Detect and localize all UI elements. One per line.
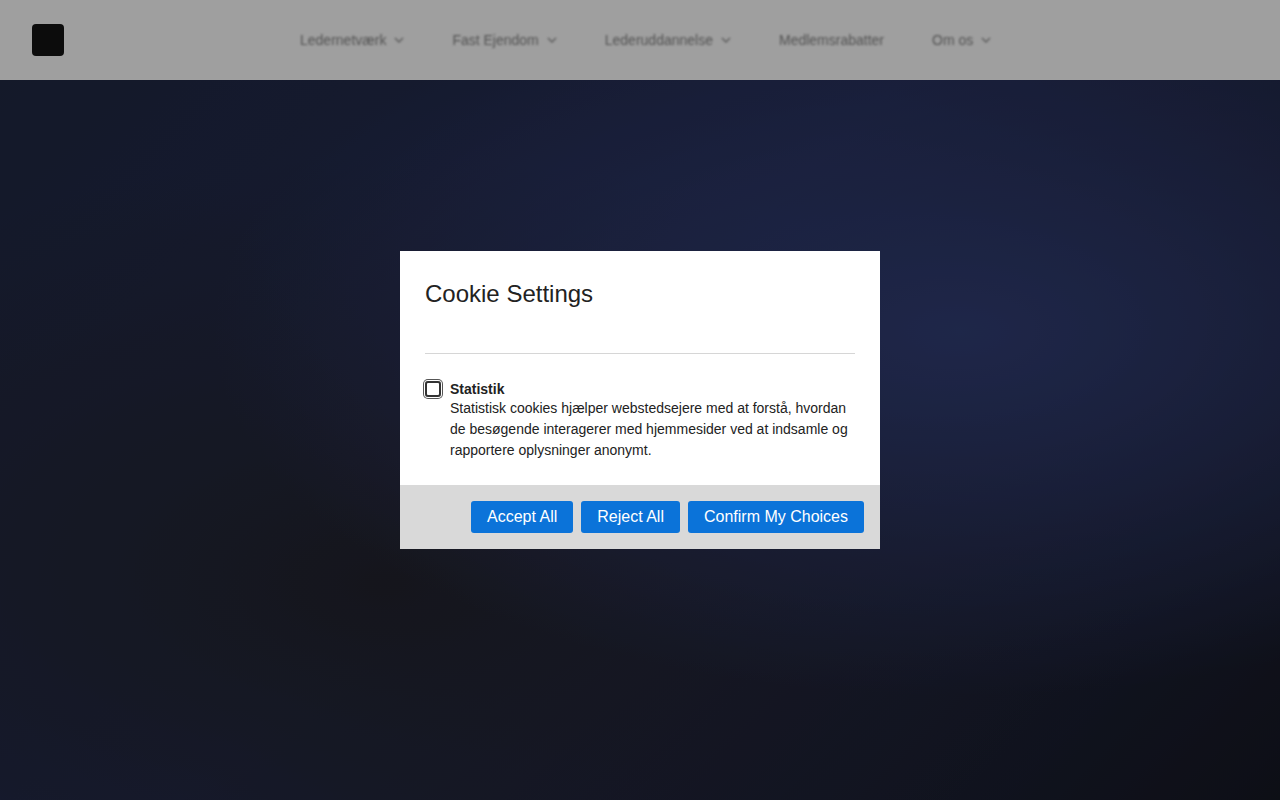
dialog-button[interactable]: Accept All <box>471 501 573 533</box>
cookie-dialog: Cookie Settings StatistikStatistisk cooki… <box>400 251 880 549</box>
separator <box>425 353 855 354</box>
checkbox[interactable] <box>425 381 441 397</box>
option-label[interactable]: Statistik <box>450 380 855 398</box>
dialog-body: Cookie Settings StatistikStatistisk cooki… <box>400 251 880 485</box>
dialog-button[interactable]: Confirm My Choices <box>688 501 864 533</box>
dialog-button[interactable]: Reject All <box>581 501 680 533</box>
cookie-option: StatistikStatistisk cookies hjælper webs… <box>425 380 855 461</box>
dialog-footer: Accept AllReject AllConfirm My Choices <box>400 485 880 549</box>
option-text: StatistikStatistisk cookies hjælper webs… <box>450 380 855 461</box>
option-description: Statistisk cookies hjælper webstedsejere… <box>450 398 855 461</box>
dialog-title: Cookie Settings <box>425 279 855 309</box>
